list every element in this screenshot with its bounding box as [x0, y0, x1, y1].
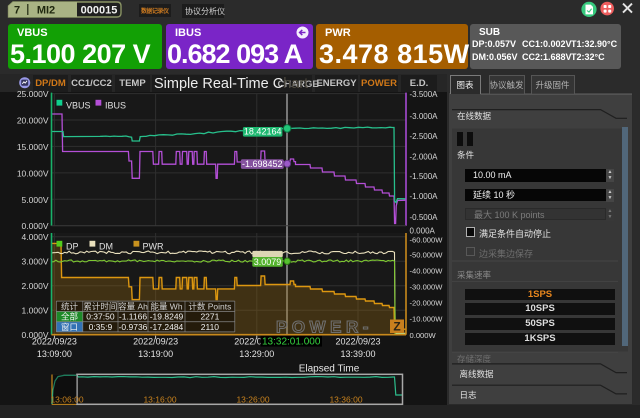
svg-text:000015: 000015 — [81, 5, 118, 17]
svg-text:7: 7 — [14, 5, 20, 17]
svg-text:MI2: MI2 — [37, 5, 55, 17]
